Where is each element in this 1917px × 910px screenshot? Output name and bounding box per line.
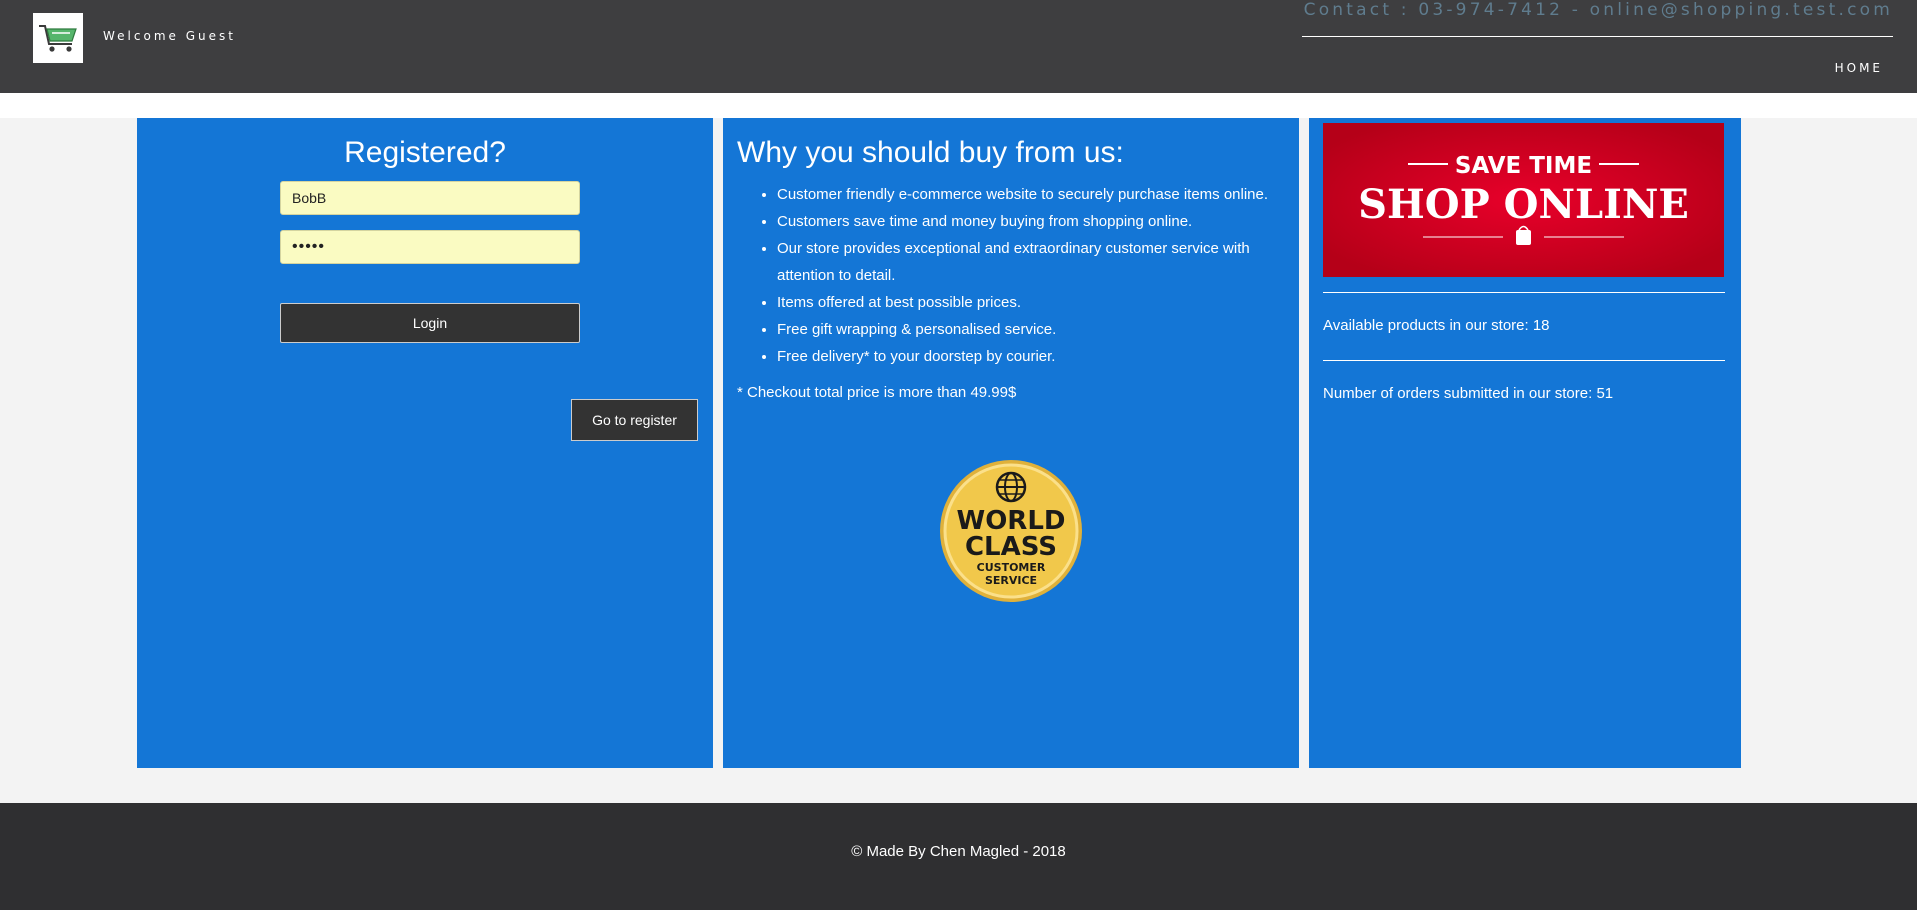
why-buy-panel: Why you should buy from us: Customer fri… xyxy=(723,118,1299,768)
list-item: Items offered at best possible prices. xyxy=(777,289,1287,316)
divider xyxy=(1323,360,1725,361)
badge-line-3: CUSTOMER xyxy=(977,561,1046,574)
orders-submitted-count: Number of orders submitted in our store:… xyxy=(1323,385,1614,402)
go-to-register-button[interactable]: Go to register xyxy=(571,399,698,441)
list-item: Free gift wrapping & personalised servic… xyxy=(777,316,1287,343)
welcome-text: Welcome Guest xyxy=(103,29,236,43)
divider xyxy=(1323,292,1725,293)
login-title: Registered? xyxy=(344,136,506,169)
nav-home-link[interactable]: HOME xyxy=(1835,61,1883,75)
contact-info: Contact : 03-974-7412 - online@shopping.… xyxy=(1303,0,1893,20)
header-divider xyxy=(1302,36,1893,37)
benefits-list: Customer friendly e-commerce website to … xyxy=(777,181,1287,370)
badge-line-4: SERVICE xyxy=(985,574,1037,587)
login-panel: Registered? Login Go to register xyxy=(137,118,713,768)
world-class-service-badge: WORLD CLASS CUSTOMER SERVICE xyxy=(940,460,1082,602)
list-item: Our store provides exceptional and extra… xyxy=(777,235,1287,289)
password-input[interactable] xyxy=(280,230,580,264)
header-spacer xyxy=(0,93,1917,118)
list-item: Customers save time and money buying fro… xyxy=(777,208,1287,235)
shopping-cart-logo-icon[interactable] xyxy=(33,13,83,63)
list-item: Free delivery* to your doorstep by couri… xyxy=(777,343,1287,370)
checkout-note: * Checkout total price is more than 49.9… xyxy=(737,384,1017,401)
site-footer: © Made By Chen Magled - 2018 xyxy=(0,803,1917,910)
site-header: Welcome Guest Contact : 03-974-7412 - on… xyxy=(0,0,1917,93)
shop-online-banner: SAVE TIME SHOP ONLINE xyxy=(1323,123,1724,277)
badge-line-2: CLASS xyxy=(965,532,1057,562)
list-item: Customer friendly e-commerce website to … xyxy=(777,181,1287,208)
why-buy-title: Why you should buy from us: xyxy=(737,136,1124,169)
login-button[interactable]: Login xyxy=(280,303,580,343)
footer-copyright: © Made By Chen Magled - 2018 xyxy=(851,843,1066,860)
banner-title: SHOP ONLINE xyxy=(1358,181,1689,228)
banner-tagline: SAVE TIME xyxy=(1455,153,1592,179)
store-info-panel: SAVE TIME SHOP ONLINE Available products… xyxy=(1309,118,1741,768)
available-products-count: Available products in our store: 18 xyxy=(1323,317,1550,334)
username-input[interactable] xyxy=(280,181,580,215)
